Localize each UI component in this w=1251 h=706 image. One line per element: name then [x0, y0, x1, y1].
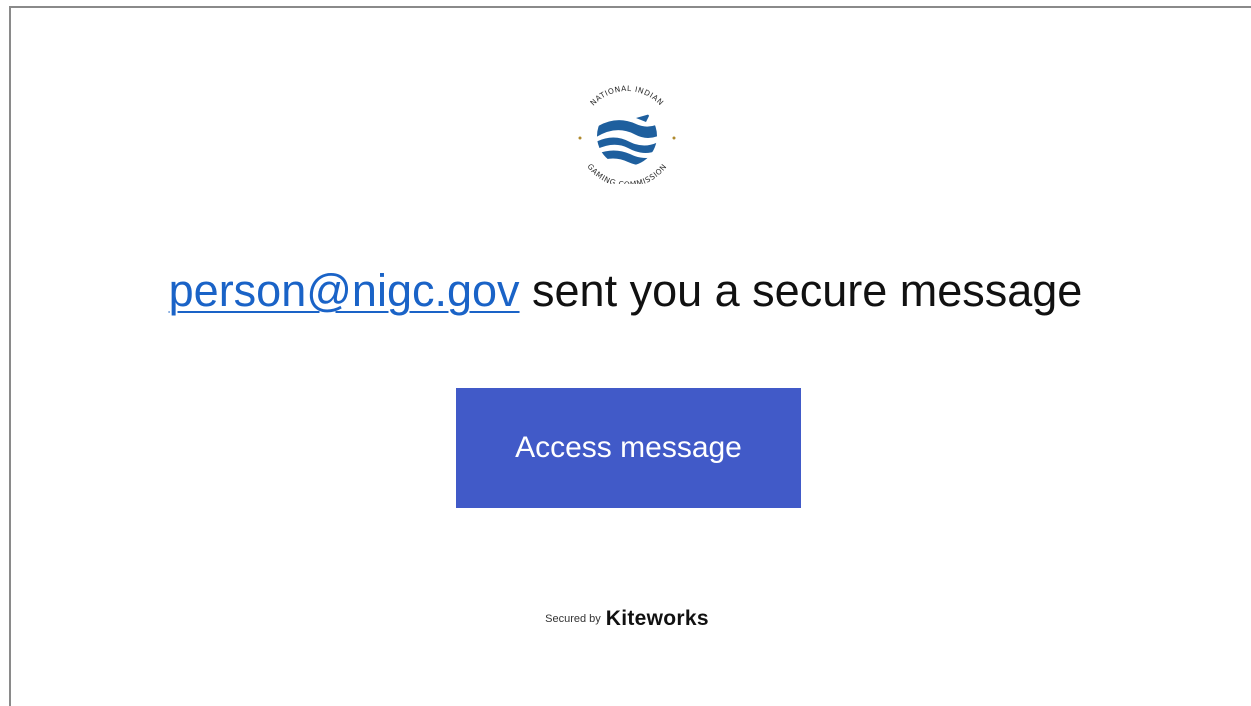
- seal-icon: NATIONAL INDIAN GAMING COMMISSION: [578, 84, 676, 189]
- message-headline: person@nigc.gov sent you a secure messag…: [0, 262, 1251, 320]
- secured-by-badge: Secured by Kiteworks: [507, 601, 747, 637]
- svg-text:NATIONAL INDIAN: NATIONAL INDIAN: [588, 84, 665, 107]
- access-message-button[interactable]: Access message: [456, 388, 801, 508]
- message-text: sent you a secure message: [519, 265, 1083, 316]
- kiteworks-logo: Kiteworks: [605, 607, 709, 630]
- sender-email-link[interactable]: person@nigc.gov: [169, 265, 520, 316]
- nigc-seal-logo: NATIONAL INDIAN GAMING COMMISSION: [564, 84, 690, 189]
- access-message-label: Access message: [515, 431, 742, 464]
- secured-by-label: Secured by: [545, 613, 601, 625]
